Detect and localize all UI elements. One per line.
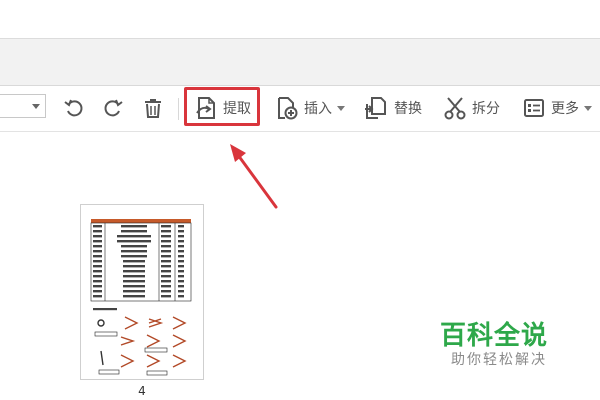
scissors-icon [444,97,466,120]
replace-label: 替换 [394,101,422,117]
page-number-label: 4 [138,384,146,398]
insert-label: 插入 [304,101,332,117]
replace-button[interactable]: 替换 [364,94,422,122]
page-selector[interactable] [0,94,46,118]
chevron-down-icon [584,105,592,111]
chevron-down-icon [337,105,345,111]
chevron-down-icon [32,104,40,109]
insert-button[interactable]: 插入 [276,94,345,122]
watermark-title: 百科全说 [440,321,549,351]
tab-band [0,39,600,86]
page-preview-image [90,219,192,376]
page-thumbnail[interactable] [80,204,204,380]
more-label: 更多 [551,101,579,117]
split-button[interactable]: 拆分 [444,94,500,122]
page-toolbar: 提取 插入 替换 拆分 更多 [0,86,600,132]
replace-icon [365,97,386,119]
rotate-left-icon[interactable] [62,96,86,120]
more-button[interactable]: 更多 [523,94,592,122]
window-top-bar [0,0,600,39]
watermark-subtitle: 助你轻松解决 [451,352,547,368]
more-icon [524,99,544,117]
split-label: 拆分 [472,101,500,117]
insert-icon [278,97,298,120]
rotate-right-icon[interactable] [101,96,125,120]
trash-icon[interactable] [141,96,165,120]
toolbar-divider [178,98,179,120]
extract-highlight-box [184,87,260,126]
